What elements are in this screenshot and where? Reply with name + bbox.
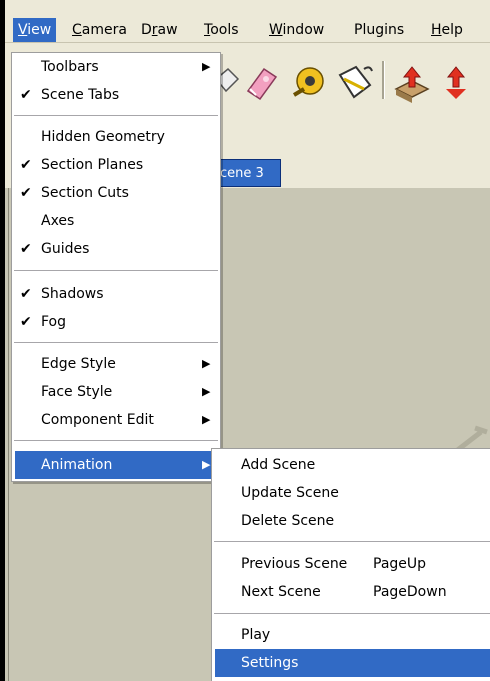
menu-help[interactable]: Help: [426, 18, 468, 42]
submenu-arrow-icon: ▶: [202, 385, 211, 398]
menu-separator: [14, 342, 218, 343]
checkmark-icon: ✔: [20, 87, 32, 103]
menu-separator: [214, 613, 490, 614]
menu-item-add-scene[interactable]: Add Scene: [212, 451, 490, 479]
eraser-icon[interactable]: [246, 67, 278, 101]
menu-bar: View Camera Draw Tools Window Plugins He…: [5, 18, 490, 43]
menu-item-settings[interactable]: Settings: [215, 649, 490, 677]
menu-item-next-scene[interactable]: Next Scene PageDown: [212, 578, 490, 606]
view-menu: Toolbars ▶ ✔ Scene Tabs Hidden Geometry …: [11, 52, 221, 482]
menu-item-toolbars[interactable]: Toolbars ▶: [12, 53, 220, 81]
menu-view[interactable]: View: [13, 18, 57, 42]
menu-item-axes[interactable]: Axes: [12, 207, 220, 235]
menu-item-section-cuts[interactable]: ✔ Section Cuts: [12, 179, 220, 207]
menu-item-section-planes[interactable]: ✔ Section Planes: [12, 151, 220, 179]
checkmark-icon: ✔: [20, 314, 32, 330]
submenu-arrow-icon: ▶: [202, 413, 211, 426]
menu-item-edge-style[interactable]: Edge Style ▶: [12, 350, 220, 378]
animation-submenu: Add Scene Update Scene Delete Scene Prev…: [211, 448, 490, 681]
submenu-arrow-icon: ▶: [202, 60, 211, 73]
menu-item-guides[interactable]: ✔ Guides: [12, 235, 220, 263]
move-icon[interactable]: [446, 66, 466, 99]
menu-separator: [14, 270, 218, 271]
menu-plugins[interactable]: Plugins: [349, 18, 409, 42]
menu-item-component-edit[interactable]: Component Edit ▶: [12, 406, 220, 434]
menu-item-play[interactable]: Play: [212, 621, 490, 649]
menu-tools[interactable]: Tools: [199, 18, 244, 42]
checkmark-icon: ✔: [20, 241, 32, 257]
menu-item-delete-scene[interactable]: Delete Scene: [212, 507, 490, 535]
paint-bucket-icon[interactable]: [338, 65, 373, 99]
menu-item-scene-tabs[interactable]: ✔ Scene Tabs: [12, 81, 220, 109]
menu-window[interactable]: Window: [264, 18, 329, 42]
menu-item-previous-scene[interactable]: Previous Scene PageUp: [212, 550, 490, 578]
menu-camera[interactable]: Camera: [67, 18, 132, 42]
submenu-arrow-icon: ▶: [202, 357, 211, 370]
menu-separator: [214, 541, 490, 542]
tape-measure-icon[interactable]: [292, 67, 324, 97]
menu-item-update-scene[interactable]: Update Scene: [212, 479, 490, 507]
menu-item-animation[interactable]: Animation ▶: [15, 451, 217, 479]
menu-item-face-style[interactable]: Face Style ▶: [12, 378, 220, 406]
menu-separator: [14, 115, 218, 116]
checkmark-icon: ✔: [20, 185, 32, 201]
checkmark-icon: ✔: [20, 286, 32, 302]
menu-separator: [14, 440, 218, 441]
toolbar-icons: [214, 61, 466, 103]
submenu-arrow-icon: ▶: [202, 458, 211, 471]
push-pull-icon[interactable]: [394, 66, 430, 103]
menu-item-fog[interactable]: ✔ Fog: [12, 308, 220, 336]
menu-item-shadows[interactable]: ✔ Shadows: [12, 280, 220, 308]
viewport-edge: [8, 188, 9, 681]
checkmark-icon: ✔: [20, 157, 32, 173]
scene-tab-3[interactable]: cene 3: [213, 159, 281, 187]
sketchup-window: View Camera Draw Tools Window Plugins He…: [5, 0, 490, 681]
menu-draw[interactable]: Draw: [136, 18, 183, 42]
menu-item-hidden-geometry[interactable]: Hidden Geometry: [12, 123, 220, 151]
